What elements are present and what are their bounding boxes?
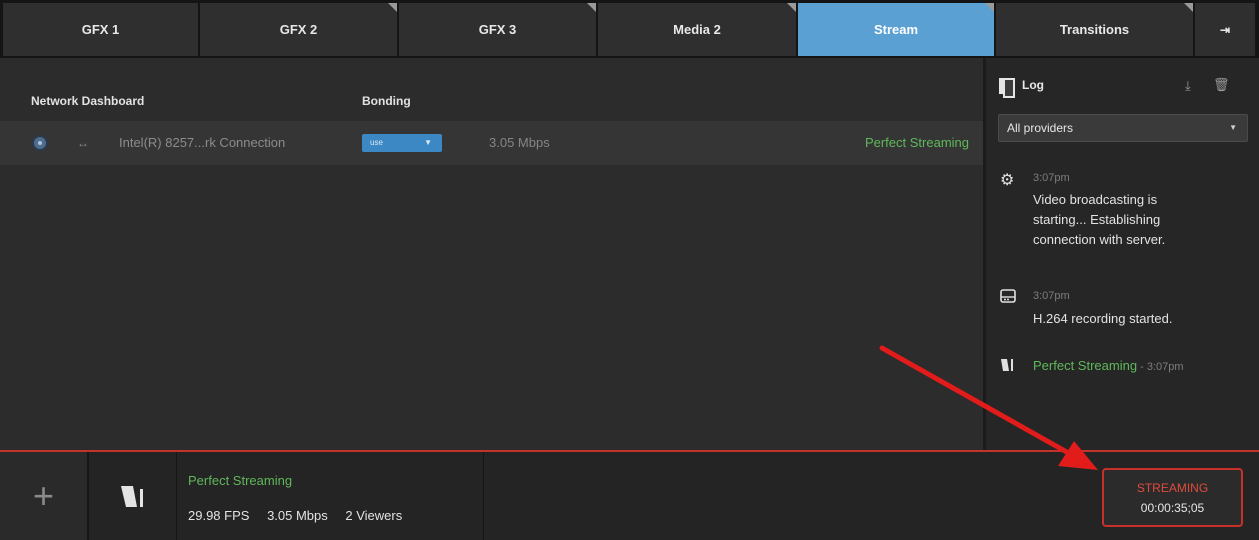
log-entry-message: Video broadcasting is starting... Establ… <box>1033 190 1165 250</box>
streaming-label: STREAMING <box>1136 481 1209 495</box>
tab-stream[interactable]: Stream <box>798 3 995 56</box>
stream-bitrate: 3.05 Mbps <box>267 508 328 523</box>
provider-filter-dropdown[interactable]: All providers ▼ <box>998 114 1248 142</box>
log-entry-line: Video broadcasting is <box>1033 192 1158 207</box>
log-entry: ⚙ 3:07pm Video broadcasting is starting.… <box>1000 170 1250 265</box>
stream-status: Perfect Streaming <box>188 473 293 488</box>
stream-logo-icon <box>1000 358 1016 377</box>
bonding-value: use <box>370 138 383 147</box>
connection-status: Perfect Streaming <box>864 135 969 150</box>
log-title: Log <box>1022 78 1044 92</box>
bonding-heading: Bonding <box>362 94 411 108</box>
bottom-status-bar: + Perfect Streaming 29.98 FPS 3.05 Mbps … <box>0 450 1259 540</box>
log-entry-message: Perfect Streaming - 3:07pm <box>1033 356 1184 377</box>
panel-toggle-icon[interactable] <box>999 78 1015 98</box>
chevron-down-icon: ▼ <box>424 138 432 147</box>
log-panel: Log ⤓ 🗑︎ All providers ▼ ⚙ 3:07pm Video … <box>983 58 1259 450</box>
tab-media-2[interactable]: Media 2 <box>598 3 797 56</box>
log-entry-line: connection with server. <box>1033 232 1166 247</box>
tab-label: GFX 3 <box>478 22 517 37</box>
log-entry-status: Perfect Streaming <box>1033 358 1138 373</box>
log-entry: Perfect Streaming - 3:07pm <box>1000 356 1250 380</box>
stream-fps: 29.98 FPS <box>188 508 250 523</box>
network-dashboard-heading: Network Dashboard <box>31 94 145 108</box>
add-output-button[interactable]: + <box>0 452 89 540</box>
log-entry-message: H.264 recording started. <box>1033 309 1172 329</box>
skip-to-end-button[interactable]: ⇥ <box>1195 3 1256 56</box>
stream-stats: 29.98 FPS 3.05 Mbps 2 Viewers <box>188 508 416 523</box>
stream-viewers: 2 Viewers <box>345 508 403 523</box>
connection-speed: 3.05 Mbps <box>489 135 550 150</box>
log-entry-time: 3:07pm <box>1033 290 1070 302</box>
stream-info: Perfect Streaming 29.98 FPS 3.05 Mbps 2 … <box>177 452 484 540</box>
tab-corner-indicator <box>787 3 796 12</box>
tab-label: GFX 2 <box>279 22 318 37</box>
recording-drive-icon <box>1000 288 1016 309</box>
stream-provider-logo <box>91 452 177 540</box>
trash-icon[interactable]: 🗑︎ <box>1213 77 1230 93</box>
log-entry-time: 3:07pm <box>1033 172 1070 184</box>
gear-icon: ⚙ <box>1000 172 1015 189</box>
plus-icon: + <box>32 475 55 516</box>
tab-corner-indicator <box>1184 3 1193 12</box>
connection-radio[interactable] <box>32 135 48 151</box>
tab-gfx-1[interactable]: GFX 1 <box>3 3 199 56</box>
download-icon[interactable]: ⤓ <box>1185 78 1191 94</box>
network-connection-row[interactable]: ↔ Intel(R) 8257...rk Connection use ▼ 3.… <box>0 121 983 165</box>
tab-label: Transitions <box>1059 22 1130 37</box>
network-arrows-icon: ↔ <box>77 136 89 150</box>
tab-bar: GFX 1 GFX 2 GFX 3 Media 2 Stream Transit… <box>0 0 1259 58</box>
skip-to-end-icon: ⇥ <box>1219 22 1231 37</box>
log-entry-time: - 3:07pm <box>1137 361 1184 373</box>
log-entry: 3:07pm H.264 recording started. <box>1000 288 1250 338</box>
log-entry-line: H.264 recording started. <box>1033 311 1173 326</box>
provider-filter-value: All providers <box>1007 121 1074 135</box>
streaming-duration: 00:00:35;05 <box>1140 501 1205 515</box>
connection-name: Intel(R) 8257...rk Connection <box>119 135 286 150</box>
tab-label: GFX 1 <box>81 22 120 37</box>
tab-corner-indicator <box>587 3 596 12</box>
log-entry-line: starting... Establishing <box>1033 212 1161 227</box>
tab-corner-indicator <box>388 3 397 12</box>
tab-label: Stream <box>873 22 919 37</box>
tab-label: Media 2 <box>673 22 721 37</box>
tab-transitions[interactable]: Transitions <box>996 3 1194 56</box>
chevron-down-icon: ▼ <box>1229 123 1237 132</box>
streaming-button[interactable]: STREAMING 00:00:35;05 <box>1102 468 1243 527</box>
bonding-dropdown[interactable]: use ▼ <box>362 134 442 152</box>
tab-gfx-2[interactable]: GFX 2 <box>200 3 398 56</box>
tab-gfx-3[interactable]: GFX 3 <box>399 3 597 56</box>
network-dashboard-panel: Network Dashboard Bonding ↔ Intel(R) 825… <box>0 58 983 450</box>
stream-logo-icon <box>120 486 143 507</box>
tab-corner-indicator <box>985 3 994 12</box>
